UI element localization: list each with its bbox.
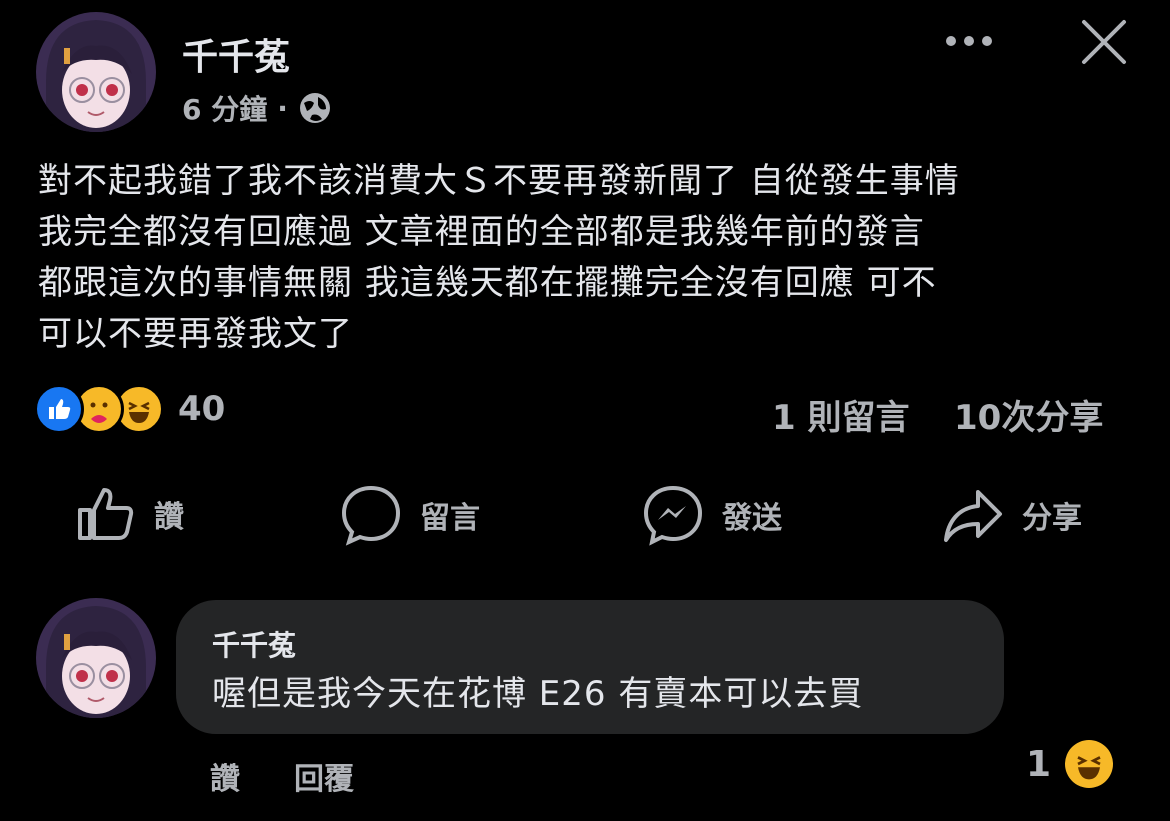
avatar-illustration [46,20,146,132]
post-meta: 6 分鐘 · [182,88,332,128]
comment-like-button[interactable]: 讚 [210,754,240,798]
post-text-line: 都跟這次的事情無關 我這幾天都在擺攤完全沒有回應 可不 [38,263,937,303]
more-options-button[interactable] [946,28,998,54]
comment-reaction-count: 1 [1026,743,1052,785]
post-body: 對不起我錯了我不該消費大Ｓ不要再發新聞了 自從發生事情 我完全都沒有回應過 文章… [38,156,1138,360]
comment-button[interactable]: 留言 [340,484,480,546]
comment-reactions[interactable]: 1 [1026,740,1114,788]
reactions-summary[interactable]: 40 [34,384,225,434]
thumbs-up-icon [78,488,134,540]
send-label: 發送 [722,501,782,536]
post-time[interactable]: 6 分鐘 [182,88,267,128]
comments-count[interactable]: 1 則留言 [772,390,910,439]
separator-dot: · [277,91,288,125]
comment-author-name[interactable]: 千千菟 [212,624,296,664]
reaction-count: 40 [178,389,226,429]
comment-text: 喔但是我今天在花博 E26 有賣本可以去買 [212,674,864,714]
post-text-line: 我完全都沒有回應過 文章裡面的全部都是我幾年前的發言 [38,212,925,252]
share-icon [944,490,1002,542]
like-label: 讚 [154,500,184,535]
post-author-avatar[interactable] [36,12,156,132]
comment-author-avatar[interactable] [36,598,156,718]
comment-icon [341,485,401,546]
post-author-name[interactable]: 千千菟 [182,28,290,80]
comment-reply-button[interactable]: 回覆 [294,754,354,798]
send-button[interactable]: 發送 [642,484,782,546]
comment-label: 留言 [420,501,480,536]
like-button[interactable]: 讚 [76,484,184,544]
post-text-line: 對不起我錯了我不該消費大Ｓ不要再發新聞了 自從發生事情 [38,161,960,201]
avatar-illustration [46,606,146,718]
share-button[interactable]: 分享 [942,484,1082,546]
more-dots-icon [946,36,992,46]
shares-count[interactable]: 10次分享 [954,390,1103,439]
close-icon [1082,20,1126,64]
close-button[interactable] [1080,18,1128,66]
messenger-icon [643,485,703,546]
share-label: 分享 [1022,501,1082,536]
haha-reaction-icon [1065,740,1114,788]
globe-icon [299,93,330,123]
comment-bubble[interactable]: 千千菟 喔但是我今天在花博 E26 有賣本可以去買 [176,600,1004,734]
like-reaction-icon [34,384,84,434]
post-text-line: 可以不要再發我文了 [38,314,353,354]
